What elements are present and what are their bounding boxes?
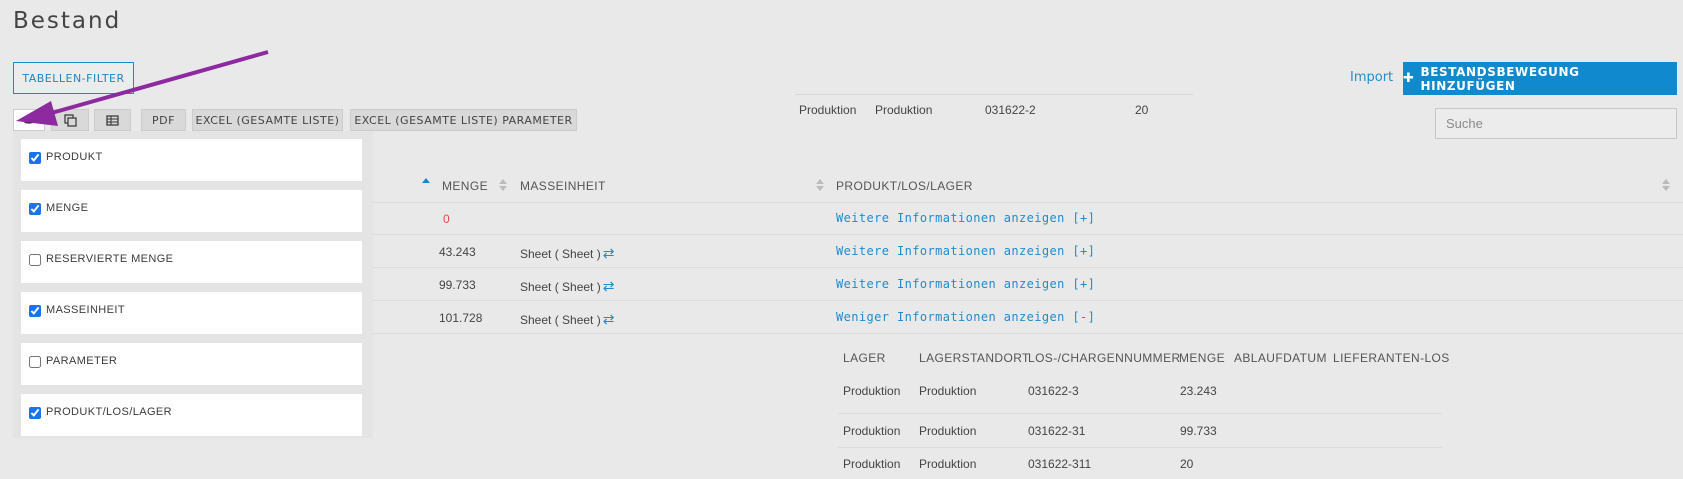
more-info-link[interactable]: Weitere Informationen anzeigen [+] (836, 244, 1095, 258)
row-divider (373, 333, 1683, 334)
column-visibility-button[interactable] (13, 109, 45, 131)
pdf-button[interactable]: PDF (141, 109, 186, 131)
subheader-menge: MENGE (1179, 351, 1226, 365)
sub-cell: 99.733 (1180, 424, 1217, 438)
top-row-los: 031622-2 (985, 103, 1036, 117)
row-divider (373, 267, 1683, 268)
option-label: PRODUKT/LOS/LAGER (46, 406, 172, 418)
row-divider (838, 447, 1442, 448)
subheader-lieferanten-los: LIEFERANTEN-LOS (1333, 351, 1450, 365)
table-view-button[interactable] (94, 109, 131, 131)
sub-cell: Produktion (843, 457, 901, 471)
less-info-link[interactable]: Weniger Informationen anzeigen [-] (836, 310, 1095, 324)
column-option-reservierte-menge[interactable]: RESERVIERTE MENGE (21, 241, 362, 283)
unit-label: Sheet ( Sheet ) (520, 280, 601, 294)
column-option-menge[interactable]: MENGE (21, 190, 362, 232)
sub-cell: 20 (1180, 457, 1194, 471)
excel-button[interactable]: EXCEL (GESAMTE LISTE) (192, 109, 343, 131)
sub-cell: 031622-3 (1028, 384, 1079, 398)
sort-icon[interactable] (499, 179, 507, 191)
sub-cell: Produktion (919, 384, 977, 398)
more-info-link[interactable]: Weitere Informationen anzeigen [+] (836, 277, 1095, 291)
top-row-standort: Produktion (875, 103, 933, 117)
top-row-lager: Produktion (799, 103, 857, 117)
header-produkt-los-lager[interactable]: PRODUKT/LOS/LAGER (836, 179, 973, 193)
subheader-los: LOS-/CHARGENNUMMER (1028, 351, 1181, 365)
search-input[interactable] (1435, 108, 1677, 139)
sub-cell: Produktion (919, 457, 977, 471)
checkbox[interactable] (29, 254, 41, 266)
copy-icon (63, 113, 77, 127)
row-divider (373, 202, 1683, 203)
column-option-produkt[interactable]: PRODUKT (21, 139, 362, 181)
sub-cell: 23.243 (1180, 384, 1217, 398)
checkbox[interactable] (29, 407, 41, 419)
header-menge[interactable]: MENGE (442, 179, 488, 193)
row-masseinheit: Sheet ( Sheet ) ⇄ (520, 278, 614, 295)
row-menge: 43.243 (439, 245, 476, 259)
row-masseinheit: Sheet ( Sheet ) ⇄ (520, 311, 614, 328)
more-info-link[interactable]: Weitere Informationen anzeigen [+] (836, 211, 1095, 225)
checkbox[interactable] (29, 305, 41, 317)
row-menge: 101.728 (439, 311, 483, 325)
copy-button[interactable] (51, 109, 89, 131)
unit-label: Sheet ( Sheet ) (520, 247, 601, 261)
unit-label: Sheet ( Sheet ) (520, 313, 601, 327)
excel-parameter-button[interactable]: EXCEL (GESAMTE LISTE) PARAMETER (350, 109, 577, 131)
sub-cell: 031622-311 (1028, 457, 1092, 471)
sort-icon[interactable] (1662, 179, 1670, 191)
sub-cell: Produktion (919, 424, 977, 438)
checkbox[interactable] (29, 356, 41, 368)
convert-unit-icon[interactable]: ⇄ (603, 311, 615, 327)
subheader-lagerstandort: LAGERSTANDORT (919, 351, 1030, 365)
option-label: MENGE (46, 202, 89, 214)
option-label: PRODUKT (46, 151, 103, 163)
sub-cell: Produktion (843, 384, 901, 398)
divider (795, 94, 1193, 95)
eye-icon (22, 116, 36, 124)
column-option-parameter[interactable]: PARAMETER (21, 343, 362, 385)
table-icon (106, 114, 119, 126)
page-title: Bestand (13, 8, 122, 34)
sub-cell: Produktion (843, 424, 901, 438)
sort-asc-icon[interactable] (422, 178, 430, 190)
row-menge: 0 (443, 212, 450, 226)
convert-unit-icon[interactable]: ⇄ (603, 245, 615, 261)
sort-icon[interactable] (816, 179, 824, 191)
import-link[interactable]: Import (1350, 70, 1393, 85)
option-label: RESERVIERTE MENGE (46, 253, 174, 265)
option-label: MASSEINHEIT (46, 304, 125, 316)
checkbox[interactable] (29, 203, 41, 215)
header-masseinheit[interactable]: MASSEINHEIT (520, 179, 606, 193)
sub-cell: 031622-31 (1028, 424, 1086, 438)
subheader-ablaufdatum: ABLAUFDATUM (1234, 351, 1327, 365)
top-row-menge: 20 (1135, 103, 1149, 117)
subheader-lager: LAGER (843, 351, 886, 365)
option-label: PARAMETER (46, 355, 118, 367)
plus-icon: ✚ (1403, 71, 1415, 86)
add-stock-movement-button[interactable]: ✚ BESTANDSBEWEGUNG HINZUFÜGEN (1403, 62, 1677, 95)
add-stock-movement-label: BESTANDSBEWEGUNG HINZUFÜGEN (1420, 64, 1580, 93)
row-masseinheit: Sheet ( Sheet ) ⇄ (520, 245, 614, 262)
row-menge: 99.733 (439, 278, 476, 292)
row-divider (373, 300, 1683, 301)
column-visibility-menu: PRODUKT MENGE RESERVIERTE MENGE MASSEINH… (13, 131, 373, 438)
table-filter-button[interactable]: TABELLEN-FILTER (13, 62, 134, 94)
convert-unit-icon[interactable]: ⇄ (603, 278, 615, 294)
row-divider (838, 413, 1442, 414)
column-option-produkt-los-lager[interactable]: PRODUKT/LOS/LAGER (21, 394, 362, 436)
column-option-masseinheit[interactable]: MASSEINHEIT (21, 292, 362, 334)
checkbox[interactable] (29, 152, 41, 164)
row-divider (373, 234, 1683, 235)
